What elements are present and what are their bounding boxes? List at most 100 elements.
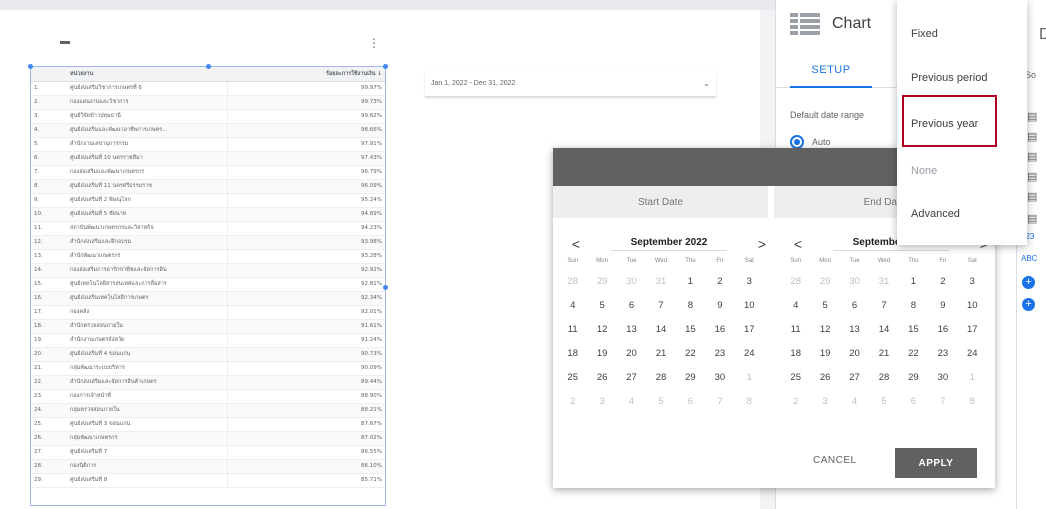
calendar-day[interactable]: 7 bbox=[869, 294, 898, 318]
calendar-day[interactable]: 17 bbox=[958, 318, 987, 342]
calendar-day[interactable]: 8 bbox=[899, 294, 928, 318]
next-month-button[interactable]: > bbox=[755, 236, 769, 252]
apply-button[interactable]: APPLY bbox=[895, 448, 977, 478]
calendar-day[interactable]: 22 bbox=[899, 342, 928, 366]
calendar-day[interactable]: 29 bbox=[587, 270, 616, 294]
add-field-icon[interactable]: + bbox=[1022, 276, 1035, 289]
calendar-day[interactable]: 25 bbox=[558, 366, 587, 390]
calendar-day[interactable]: 6 bbox=[840, 294, 869, 318]
calendar-day[interactable]: 4 bbox=[617, 390, 646, 414]
table-row[interactable]: 24. กลุ่มตรวจสอบภายใน 88.21% bbox=[31, 403, 385, 418]
calendar-day[interactable]: 18 bbox=[781, 342, 810, 366]
calendar-day[interactable]: 9 bbox=[705, 294, 734, 318]
calendar-day[interactable]: 6 bbox=[617, 294, 646, 318]
calendar-day[interactable]: 11 bbox=[558, 318, 587, 342]
calendar-day[interactable]: 7 bbox=[705, 390, 734, 414]
table-row[interactable]: 23. กองการเจ้าหน้าที่ 88.90% bbox=[31, 389, 385, 404]
calendar-day[interactable]: 14 bbox=[646, 318, 675, 342]
radio-selected-icon[interactable] bbox=[790, 135, 804, 149]
calendar-day[interactable]: 2 bbox=[928, 270, 957, 294]
calendar-day[interactable]: 30 bbox=[840, 270, 869, 294]
calendar-day[interactable]: 8 bbox=[958, 390, 987, 414]
calendar-day[interactable]: 29 bbox=[676, 366, 705, 390]
calendar-day[interactable]: 9 bbox=[928, 294, 957, 318]
calendar-day[interactable]: 22 bbox=[676, 342, 705, 366]
table-row[interactable]: 8. ศูนย์ส่งเสริมที่ 11 นครศรีธรรมราช 96.09… bbox=[31, 179, 385, 194]
calendar-day[interactable]: 2 bbox=[781, 390, 810, 414]
date-range-control[interactable]: Jan 1, 2022 - Dec 31, 2022 ⌄ bbox=[425, 71, 716, 97]
calendar-day[interactable]: 3 bbox=[587, 390, 616, 414]
calendar-day[interactable]: 12 bbox=[587, 318, 616, 342]
calendar-day[interactable]: 20 bbox=[840, 342, 869, 366]
calendar-day[interactable]: 30 bbox=[617, 270, 646, 294]
table-header-name[interactable]: หน่วยงาน bbox=[67, 67, 227, 82]
calendar-day[interactable]: 11 bbox=[781, 318, 810, 342]
calendar-day[interactable]: 18 bbox=[558, 342, 587, 366]
calendar-day[interactable]: 29 bbox=[899, 366, 928, 390]
start-date-tab[interactable]: Start Date bbox=[553, 186, 768, 218]
table-row[interactable]: 21. กลุ่มพัฒนาระบบบริหาร 90.09% bbox=[31, 361, 385, 376]
table-row[interactable]: 9. ศูนย์ส่งเสริมที่ 2 พิษณุโลก 95.24% bbox=[31, 193, 385, 208]
calendar-day[interactable]: 21 bbox=[646, 342, 675, 366]
table-row[interactable]: 4. ศูนย์ส่งเสริมและพัฒนาอาชีพการเกษตร... 9… bbox=[31, 123, 385, 138]
calendar-day[interactable]: 31 bbox=[646, 270, 675, 294]
calendar-day[interactable]: 5 bbox=[646, 390, 675, 414]
table-row[interactable]: 13. สำนักพัฒนาเกษตรกร 93.28% bbox=[31, 249, 385, 264]
calendar-day[interactable]: 7 bbox=[646, 294, 675, 318]
calendar-day[interactable]: 13 bbox=[617, 318, 646, 342]
prev-month-button[interactable]: < bbox=[569, 236, 583, 252]
table-row[interactable]: 1. ศูนย์ส่งเสริมวิชาการเกษตรที่ 6 99.97% bbox=[31, 81, 385, 96]
table-row[interactable]: 7. กองส่งเสริมและพัฒนาเกษตรกร 96.79% bbox=[31, 165, 385, 180]
calendar-day[interactable]: 30 bbox=[928, 366, 957, 390]
table-row[interactable]: 19. สำนักงานเกษตรจังหวัด 91.24% bbox=[31, 333, 385, 348]
table-row[interactable]: 10. ศูนย์ส่งเสริมที่ 5 ชัยนาท 94.89% bbox=[31, 207, 385, 222]
resize-handle[interactable] bbox=[383, 64, 388, 69]
data-table[interactable]: หน่วยงาน ร้อยละการใช้งานเงิน ↓ 1. ศูนย์ส่… bbox=[28, 64, 388, 506]
calendar-day[interactable]: 16 bbox=[928, 318, 957, 342]
auto-radio-option[interactable]: Auto bbox=[790, 135, 831, 149]
calendar-day[interactable]: 30 bbox=[705, 366, 734, 390]
calendar-day[interactable]: 3 bbox=[958, 270, 987, 294]
table-row[interactable]: 16. ศูนย์ส่งเสริมเทคโนโลยีการเกษตร 92.34% bbox=[31, 291, 385, 306]
calendar-day[interactable]: 6 bbox=[899, 390, 928, 414]
table-row[interactable]: 11. สถาบันพัฒนาเกษตรกรและวิสาหกิจ 94.23% bbox=[31, 221, 385, 236]
calendar-day[interactable]: 4 bbox=[840, 390, 869, 414]
resize-handle[interactable] bbox=[206, 64, 211, 69]
calendar-day[interactable]: 24 bbox=[958, 342, 987, 366]
calendar-day[interactable]: 25 bbox=[781, 366, 810, 390]
calendar-day[interactable]: 5 bbox=[810, 294, 839, 318]
table-header-value[interactable]: ร้อยละการใช้งานเงิน ↓ bbox=[227, 67, 385, 82]
calendar-day[interactable]: 27 bbox=[840, 366, 869, 390]
table-row[interactable]: 15. ศูนย์เทคโนโลยีสารสนเทศและการสื่อสาร 92… bbox=[31, 277, 385, 292]
tab-setup[interactable]: SETUP bbox=[790, 58, 872, 88]
table-row[interactable]: 25. ศูนย์ส่งเสริมที่ 3 ขอนแก่น 87.67% bbox=[31, 417, 385, 432]
add-field-icon[interactable]: + bbox=[1022, 298, 1035, 311]
calendar-day[interactable]: 2 bbox=[705, 270, 734, 294]
calendar-day[interactable]: 28 bbox=[558, 270, 587, 294]
table-row[interactable]: 28. กองนิติการ 86.10% bbox=[31, 459, 385, 474]
calendar-day[interactable]: 29 bbox=[810, 270, 839, 294]
calendar-day[interactable]: 20 bbox=[617, 342, 646, 366]
calendar-day[interactable]: 5 bbox=[587, 294, 616, 318]
table-row[interactable]: 2. กองแผนงานและวิชาการ 99.73% bbox=[31, 95, 385, 110]
calendar-day[interactable]: 24 bbox=[735, 342, 764, 366]
calendar-day[interactable]: 31 bbox=[869, 270, 898, 294]
calendar-day[interactable]: 1 bbox=[676, 270, 705, 294]
table-row[interactable]: 22. สำนักส่งเสริมและจัดการสินค้าเกษตร 89.4… bbox=[31, 375, 385, 390]
prev-month-button[interactable]: < bbox=[791, 236, 805, 252]
table-row[interactable]: 5. สำนักงานเลขานุการกรม 97.91% bbox=[31, 137, 385, 152]
calendar-day[interactable]: 16 bbox=[705, 318, 734, 342]
calendar-day[interactable]: 15 bbox=[676, 318, 705, 342]
menu-item-previous-period[interactable]: Previous period bbox=[897, 72, 1027, 84]
calendar-day[interactable]: 21 bbox=[869, 342, 898, 366]
menu-item-fixed[interactable]: Fixed bbox=[897, 28, 1027, 40]
table-row[interactable]: 3. ศูนย์วิจัยข้าวปทุมธานี 99.62% bbox=[31, 109, 385, 124]
calendar-day[interactable]: 7 bbox=[928, 390, 957, 414]
start-month-label[interactable]: September 2022 bbox=[610, 237, 728, 251]
calendar-day[interactable]: 1 bbox=[958, 366, 987, 390]
calendar-day[interactable]: 10 bbox=[958, 294, 987, 318]
calendar-day[interactable]: 15 bbox=[899, 318, 928, 342]
calendar-day[interactable]: 28 bbox=[781, 270, 810, 294]
calendar-day[interactable]: 2 bbox=[558, 390, 587, 414]
calendar-day[interactable]: 14 bbox=[869, 318, 898, 342]
